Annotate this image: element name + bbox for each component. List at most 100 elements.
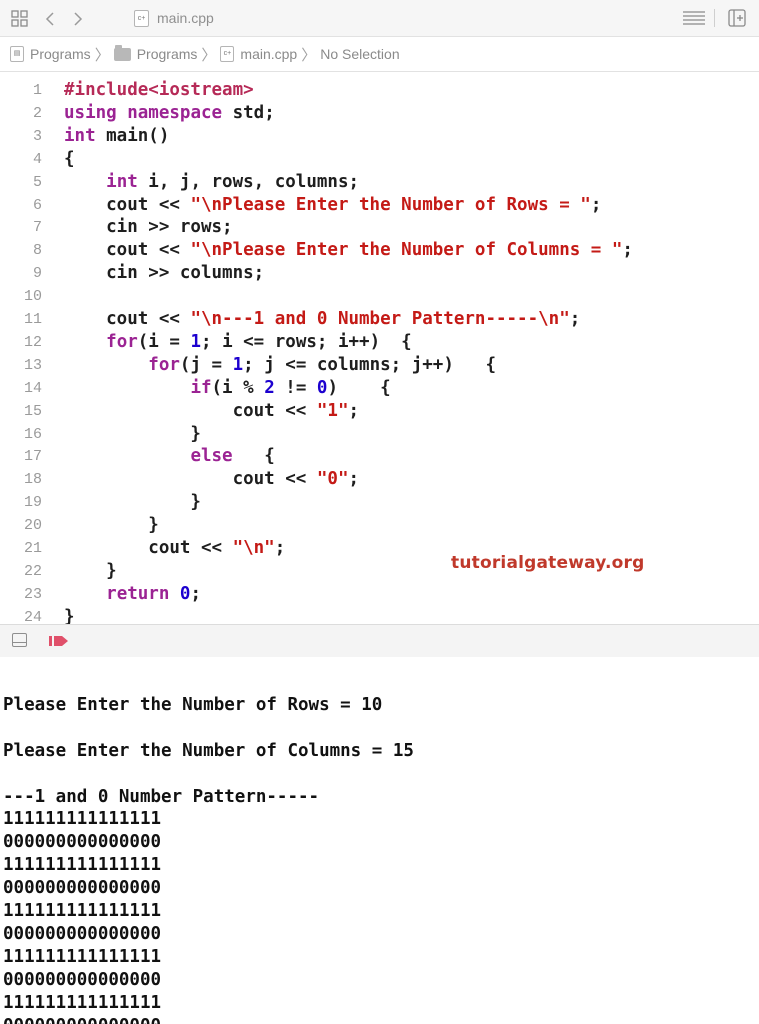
line-number: 9 xyxy=(32,265,42,283)
continue-execution-icon[interactable] xyxy=(48,634,70,648)
code-line[interactable]: 19 } xyxy=(0,491,759,514)
code-text: cout << "\nPlease Enter the Number of Ro… xyxy=(64,194,602,215)
code-text: cin >> columns; xyxy=(64,263,265,284)
code-line[interactable]: 1 #include<iostream> xyxy=(0,79,759,102)
code-line[interactable]: 12 for(i = 1; i <= rows; i++) { xyxy=(0,331,759,354)
code-line[interactable]: 4{ xyxy=(0,148,759,171)
line-number: 16 xyxy=(23,425,42,443)
line-number: 14 xyxy=(23,379,42,397)
line-number: 11 xyxy=(23,311,42,328)
watermark: tutorialgateway.org xyxy=(451,553,645,573)
breadcrumb-label: Programs xyxy=(30,46,91,62)
code-text: } xyxy=(64,606,75,624)
cpp-file-icon: c+ xyxy=(220,46,235,62)
breadcrumb-item-selection[interactable]: No Selection xyxy=(320,46,399,62)
line-number: 10 xyxy=(23,288,42,306)
folder-icon xyxy=(113,44,131,61)
console-line: ---1 and 0 Number Pattern----- xyxy=(3,786,320,807)
breadcrumb-item-folder[interactable]: Programs xyxy=(113,44,198,62)
code-text: int main() xyxy=(64,125,170,146)
tab-main-cpp[interactable]: c+ main.cpp xyxy=(112,0,230,36)
code-line[interactable]: 15 cout << "1"; xyxy=(0,400,759,423)
breadcrumb-item-file[interactable]: c+ main.cpp xyxy=(220,46,297,62)
chevron-right-icon[interactable] xyxy=(73,0,83,36)
console-line: 111111111111111 xyxy=(3,901,162,921)
line-number: 7 xyxy=(32,219,42,237)
code-line[interactable]: 5 int i, j, rows, columns; xyxy=(0,171,759,194)
line-number: 5 xyxy=(32,173,42,191)
breadcrumb-label: Programs xyxy=(136,46,198,62)
console-line: 000000000000000 xyxy=(3,1015,161,1024)
console-line: 000000000000000 xyxy=(3,878,162,899)
code-line[interactable]: 9 cin >> columns; xyxy=(0,262,759,285)
code-text: for(j = 1; j <= columns; j++) { xyxy=(148,354,497,375)
chevron-left-icon[interactable] xyxy=(45,0,55,36)
code-text: { xyxy=(64,148,75,169)
console-line: 000000000000000 xyxy=(3,832,162,853)
console-line: 111111111111111 xyxy=(3,809,162,830)
code-line[interactable]: 8 cout << "\nPlease Enter the Number of … xyxy=(0,239,759,262)
code-line[interactable]: 24} xyxy=(0,606,759,624)
line-number: 20 xyxy=(23,517,42,535)
code-line[interactable]: 13 for(j = 1; j <= columns; j++) { xyxy=(0,354,759,377)
code-line[interactable]: 10 xyxy=(0,285,759,308)
breadcrumb-item-project[interactable]: ▤ Programs xyxy=(10,46,91,62)
line-number: 1 xyxy=(32,82,42,99)
code-line[interactable]: 20 } xyxy=(0,514,759,537)
line-number: 13 xyxy=(23,356,42,374)
code-text: return 0; xyxy=(106,583,202,604)
code-text: cout << "1"; xyxy=(64,400,360,421)
line-number: 23 xyxy=(23,585,42,603)
console-line: 000000000000000 xyxy=(3,923,162,944)
line-number: 12 xyxy=(23,333,42,351)
code-text: cout << "\n---1 and 0 Number Pattern----… xyxy=(64,309,581,329)
code-line[interactable]: 6 cout << "\nPlease Enter the Number of … xyxy=(0,194,759,217)
code-text: cout << "\n"; xyxy=(64,538,286,558)
line-number: 8 xyxy=(32,242,42,260)
code-text: cin >> rows; xyxy=(64,217,233,238)
project-file-icon: ▤ xyxy=(10,46,24,62)
code-text: #include<iostream> xyxy=(64,80,254,100)
code-line[interactable]: 3 int main() xyxy=(0,125,759,148)
code-line[interactable]: 18 cout << "0"; xyxy=(0,468,759,491)
hide-debug-area-icon[interactable] xyxy=(12,633,27,647)
chevron-right-icon: 〉 xyxy=(301,46,317,64)
line-number: 17 xyxy=(23,448,42,466)
console-line: 111111111111111 xyxy=(3,992,162,1013)
console-output[interactable]: Please Enter the Number of Rows = 10 Plea… xyxy=(0,657,759,1024)
code-text: } xyxy=(64,423,201,444)
text-lines-icon[interactable] xyxy=(682,9,706,27)
console-line: 111111111111111 xyxy=(3,946,162,967)
cpp-file-icon: c+ xyxy=(134,9,149,27)
code-line[interactable]: 23 return 0; xyxy=(0,583,759,606)
title-bar: c+ main.cpp xyxy=(0,0,759,37)
toolbar-divider xyxy=(714,9,715,27)
breadcrumb-label: main.cpp xyxy=(240,46,298,62)
line-number: 15 xyxy=(23,402,42,420)
line-number: 22 xyxy=(23,562,42,580)
code-line[interactable]: 2 using namespace std; xyxy=(0,102,759,125)
code-text: cout << "0"; xyxy=(64,469,360,490)
line-number: 21 xyxy=(23,540,42,557)
grid-icon[interactable] xyxy=(11,0,28,36)
code-text: } xyxy=(64,560,117,581)
code-line[interactable]: 17 else { xyxy=(0,445,759,468)
code-line[interactable]: 14 if(i % 2 != 0) { xyxy=(0,377,759,400)
code-text: int i, j, rows, columns; xyxy=(106,171,360,192)
add-editor-icon[interactable] xyxy=(728,9,746,27)
tab-label: main.cpp xyxy=(157,10,214,26)
code-line[interactable]: 21 cout << "\n"; xyxy=(0,537,759,560)
code-line[interactable]: 22 } xyxy=(0,560,759,583)
code-line[interactable]: 16 } xyxy=(0,423,759,446)
console-line: Please Enter the Number of Rows = 10 xyxy=(3,694,383,715)
console-line: 111111111111111 xyxy=(3,855,162,876)
code-line[interactable]: 11 cout << "\n---1 and 0 Number Pattern-… xyxy=(0,308,759,331)
code-text: cout << "\nPlease Enter the Number of Co… xyxy=(64,240,633,261)
code-text: if(i % 2 != 0) { xyxy=(190,377,391,398)
code-line[interactable]: 7 cin >> rows; xyxy=(0,216,759,239)
code-editor[interactable]: 1 #include<iostream> 2 using namespace std;… xyxy=(0,73,759,624)
line-number: 19 xyxy=(23,494,42,512)
chevron-right-icon: 〉 xyxy=(201,46,217,64)
code-text: using namespace std; xyxy=(64,102,275,123)
code-text: for(i = 1; i <= rows; i++) { xyxy=(106,331,412,352)
